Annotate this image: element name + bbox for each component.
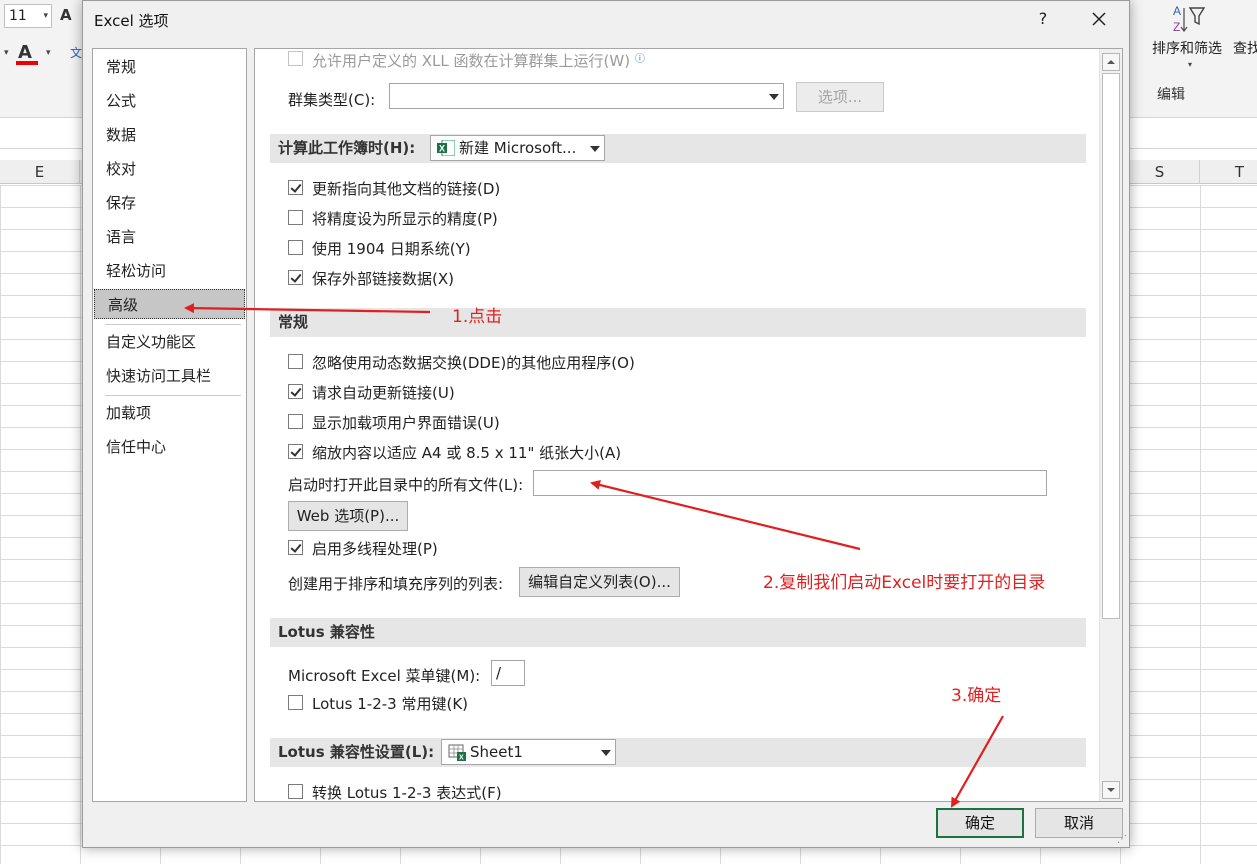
transition-formula-label: 转换 Lotus 1-2-3 表达式(F)	[312, 784, 502, 802]
ignore-dde-label: 忽略使用动态数据交换(DDE)的其他应用程序(O)	[312, 354, 635, 372]
nav-item-general[interactable]: 常规	[93, 52, 246, 82]
nav-item-proofing[interactable]: 校对	[93, 154, 246, 184]
nav-item-quick-access-toolbar[interactable]: 快速访问工具栏	[93, 361, 246, 391]
phonetic-guide-icon[interactable]: 文	[70, 44, 82, 61]
menu-key-input[interactable]: /	[491, 660, 525, 686]
worksheet-icon: X	[448, 744, 466, 762]
ignore-dde-checkbox[interactable]	[288, 354, 303, 369]
excel-workbook-icon: X	[437, 140, 455, 156]
update-links-label: 更新指向其他文档的链接(D)	[312, 180, 501, 198]
scroll-thumb[interactable]	[1102, 73, 1120, 619]
scroll-up-button[interactable]	[1102, 53, 1120, 71]
nav-separator	[105, 324, 241, 325]
resize-grip-icon[interactable]: ⋰	[1117, 834, 1127, 845]
xll-cluster-label: 允许用户定义的 XLL 函数在计算群集上运行(W) ⓘ	[312, 52, 645, 70]
section-header-calc-workbook: 计算此工作簿时(H):	[270, 134, 1086, 163]
options-nav: 常规 公式 数据 校对 保存 语言 轻松访问 高级 自定义功能区 快速访问工具栏…	[92, 48, 247, 802]
edit-custom-lists-button[interactable]: 编辑自定义列表(O)...	[519, 567, 680, 597]
chevron-down-icon: ▾	[43, 11, 48, 21]
addin-ui-errors-checkbox[interactable]	[288, 414, 303, 429]
sort-filter-button[interactable]: 排序和筛选	[1152, 38, 1222, 58]
section-header-lotus-settings: Lotus 兼容性设置(L):	[270, 738, 1086, 767]
scale-a4-checkbox[interactable]	[288, 444, 303, 459]
column-header-t[interactable]: T	[1200, 160, 1257, 184]
precision-as-displayed-label: 将精度设为所显示的精度(P)	[312, 210, 498, 228]
update-links-checkbox[interactable]	[288, 180, 303, 195]
auto-update-links-checkbox[interactable]	[288, 384, 303, 399]
cluster-type-dropdown[interactable]	[389, 83, 784, 109]
annotation-step-1: 1.点击	[452, 307, 503, 327]
find-select-button[interactable]: 查找	[1233, 38, 1257, 58]
cluster-type-label: 群集类型(C):	[288, 91, 376, 109]
date-1904-checkbox[interactable]	[288, 240, 303, 255]
cancel-button[interactable]: 取消	[1035, 808, 1123, 838]
chevron-down-icon[interactable]: ▾	[46, 48, 51, 58]
annotation-step-2: 2.复制我们启动Excel时要打开的目录	[763, 573, 1046, 593]
svg-text:X: X	[439, 144, 445, 154]
svg-text:X: X	[459, 755, 464, 762]
close-button[interactable]	[1087, 7, 1111, 31]
menu-key-label: Microsoft Excel 菜单键(M):	[288, 667, 481, 685]
xll-cluster-checkbox[interactable]	[288, 51, 303, 66]
svg-text:Z: Z	[1173, 20, 1180, 34]
font-size-combobox[interactable]: 11 ▾	[4, 4, 52, 28]
nav-item-accessibility[interactable]: 轻松访问	[93, 256, 246, 286]
help-button[interactable]: ?	[1033, 7, 1053, 31]
chevron-down-icon	[1107, 788, 1115, 792]
nav-item-advanced[interactable]: 高级	[94, 289, 245, 319]
column-header-e[interactable]: E	[0, 160, 80, 184]
section-header-lotus: Lotus 兼容性	[270, 618, 1086, 647]
options-scrollbar[interactable]	[1099, 49, 1122, 801]
nav-item-customize-ribbon[interactable]: 自定义功能区	[93, 327, 246, 357]
lotus-navigation-keys-label: Lotus 1-2-3 常用键(K)	[312, 695, 469, 713]
lotus-navigation-keys-checkbox[interactable]	[288, 695, 303, 710]
nav-item-add-ins[interactable]: 加载项	[93, 398, 246, 428]
lotus-settings-sheet-dropdown[interactable]: X Sheet1	[441, 739, 616, 765]
precision-as-displayed-checkbox[interactable]	[288, 210, 303, 225]
column-header-s[interactable]: S	[1120, 160, 1200, 184]
calc-workbook-dropdown[interactable]: X 新建 Microsoft...	[430, 135, 605, 161]
web-options-button[interactable]: Web 选项(P)...	[288, 501, 408, 531]
save-external-data-checkbox[interactable]	[288, 270, 303, 285]
svg-text:A: A	[1173, 4, 1181, 18]
sort-filter-icon[interactable]: A Z	[1170, 2, 1214, 36]
scroll-down-button[interactable]	[1102, 781, 1120, 799]
nav-separator	[105, 395, 241, 396]
chevron-down-icon[interactable]: ▾	[4, 48, 9, 58]
increase-font-size-icon[interactable]: A	[60, 6, 72, 24]
nav-item-save[interactable]: 保存	[93, 188, 246, 218]
save-external-data-label: 保存外部链接数据(X)	[312, 270, 454, 288]
transition-formula-checkbox[interactable]	[288, 784, 303, 799]
chevron-down-icon[interactable]: ▾	[1188, 60, 1192, 69]
multithread-label: 启用多线程处理(P)	[312, 540, 438, 558]
font-size-value: 11	[9, 8, 27, 24]
chevron-down-icon	[769, 94, 779, 100]
cluster-options-button[interactable]: 选项...	[796, 82, 884, 112]
close-icon	[1092, 12, 1106, 26]
excel-options-dialog: Excel 选项 ? 常规 公式 数据 校对 保存 语言 轻松访问 高级 自定义…	[82, 0, 1130, 848]
section-header-general: 常规	[270, 308, 1086, 337]
editing-group-label: 编辑	[1157, 87, 1185, 103]
font-color-icon[interactable]: A	[18, 42, 32, 63]
custom-lists-label: 创建用于排序和填充序列的列表:	[288, 575, 504, 593]
nav-item-formulas[interactable]: 公式	[93, 86, 246, 116]
chevron-up-icon	[1107, 60, 1115, 64]
nav-item-language[interactable]: 语言	[93, 222, 246, 252]
multithread-checkbox[interactable]	[288, 540, 303, 555]
addin-ui-errors-label: 显示加载项用户界面错误(U)	[312, 414, 500, 432]
date-1904-label: 使用 1904 日期系统(Y)	[312, 240, 471, 258]
annotation-step-3: 3.确定	[951, 686, 1002, 706]
dialog-title: Excel 选项	[94, 12, 169, 30]
startup-dir-label: 启动时打开此目录中的所有文件(L):	[288, 476, 524, 494]
chevron-down-icon	[601, 750, 611, 756]
info-icon: ⓘ	[634, 54, 645, 65]
chevron-down-icon	[590, 146, 600, 152]
ok-button[interactable]: 确定	[936, 808, 1024, 838]
font-color-swatch	[16, 61, 38, 65]
nav-item-trust-center[interactable]: 信任中心	[93, 432, 246, 462]
nav-item-data[interactable]: 数据	[93, 120, 246, 150]
startup-dir-input[interactable]	[533, 470, 1047, 496]
scale-a4-label: 缩放内容以适应 A4 或 8.5 x 11" 纸张大小(A)	[312, 444, 622, 462]
auto-update-links-label: 请求自动更新链接(U)	[312, 384, 455, 402]
